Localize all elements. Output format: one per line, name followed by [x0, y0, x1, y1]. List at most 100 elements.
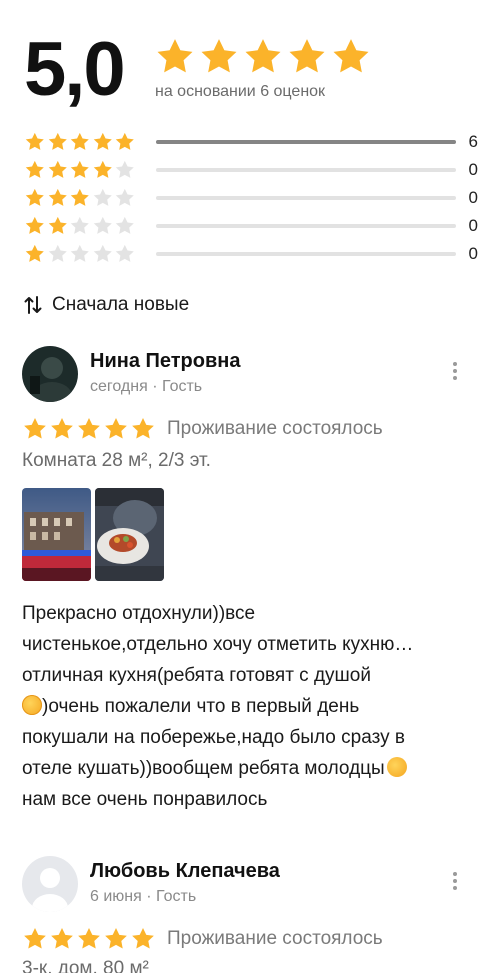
review-author[interactable]: Нина Петровна: [90, 350, 240, 373]
star-filled-icon: [25, 188, 44, 206]
review-text-line: Прекрасно отдохнули))все: [22, 603, 256, 624]
star-empty-icon: [93, 244, 112, 262]
star-filled-icon: [132, 927, 154, 949]
more-options-icon[interactable]: [452, 362, 458, 384]
star-empty-icon: [116, 160, 135, 178]
review-card: Нина Петровна сегодня · Гость Проживание…: [22, 346, 482, 810]
star-empty-icon: [93, 216, 112, 234]
star-filled-icon: [51, 417, 73, 439]
average-stars: [154, 36, 372, 78]
star-filled-icon: [24, 417, 46, 439]
distribution-bar-fill: [156, 140, 456, 144]
smiling-face-with-hearts-icon: [22, 695, 42, 715]
star-filled-icon: [157, 39, 193, 73]
winking-face-icon: [386, 757, 407, 777]
room-info: 3-к. дом, 80 м²: [22, 958, 149, 973]
average-rating: 5,0: [24, 27, 126, 112]
star-filled-icon: [245, 39, 281, 73]
review-text-line: нам все очень понравилось: [22, 789, 268, 810]
distribution-bar: [156, 140, 456, 144]
distribution-count: 6: [468, 132, 478, 151]
distribution-count: 0: [468, 216, 478, 235]
review-text-line: отличная кухня(ребята готовят с душой: [22, 665, 371, 686]
stay-status: Проживание состоялось: [167, 928, 383, 949]
star-filled-icon: [70, 188, 89, 206]
review-card: Любовь Клепачева 6 июня · Гость Проживан…: [22, 856, 482, 973]
distribution-row-2: 0: [24, 212, 480, 240]
review-meta: сегодня · Гость: [90, 378, 203, 395]
star-filled-icon: [70, 132, 89, 150]
star-filled-icon: [48, 188, 67, 206]
star-filled-icon: [24, 927, 46, 949]
distribution-row-5: 6: [24, 128, 480, 156]
star-filled-icon: [132, 417, 154, 439]
star-filled-icon: [25, 216, 44, 234]
sort-button[interactable]: Сначала новые: [24, 294, 189, 316]
review-rating-line: Проживание состоялось: [22, 416, 383, 442]
room-info: Комната 28 м², 2/3 эт.: [22, 450, 211, 471]
distribution-bar: [156, 224, 456, 228]
review-meta: 6 июня · Гость: [90, 888, 197, 905]
stay-status: Проживание состоялось: [167, 418, 383, 439]
distribution-bar: [156, 252, 456, 256]
star-filled-icon: [51, 927, 73, 949]
hotel-terrace-night-photo[interactable]: [22, 488, 91, 581]
review-text: Прекрасно отдохнули))все чистенькое,отде…: [22, 598, 482, 815]
distribution-bar: [156, 196, 456, 200]
star-empty-icon: [93, 188, 112, 206]
dessert-plate-photo[interactable]: [95, 488, 164, 581]
more-options-icon[interactable]: [452, 872, 458, 894]
star-filled-icon: [105, 417, 127, 439]
review-stars: [22, 416, 157, 442]
row-stars: [24, 131, 136, 153]
star-filled-icon: [25, 244, 44, 262]
row-stars: [24, 159, 136, 181]
review-text-fragment: )очень пожалели что в первый день: [42, 696, 360, 717]
review-text-line: покушали на побережье,надо было сразу в: [22, 727, 405, 748]
distribution-count: 0: [468, 160, 478, 179]
star-filled-icon: [48, 160, 67, 178]
star-filled-icon: [93, 160, 112, 178]
review-header: Любовь Клепачева 6 июня · Гость: [22, 856, 482, 914]
star-empty-icon: [116, 244, 135, 262]
ratings-count-text: на основании 6 оценок: [155, 83, 326, 100]
avatar[interactable]: [22, 856, 78, 912]
distribution-count: 0: [468, 188, 478, 207]
star-filled-icon: [25, 160, 44, 178]
star-filled-icon: [25, 132, 44, 150]
star-empty-icon: [116, 188, 135, 206]
star-filled-icon: [93, 132, 112, 150]
avatar[interactable]: [22, 346, 78, 402]
star-filled-icon: [78, 417, 100, 439]
row-stars: [24, 187, 136, 209]
star-empty-icon: [70, 244, 89, 262]
sort-arrows-icon: [24, 296, 42, 314]
review-header: Нина Петровна сегодня · Гость: [22, 346, 482, 404]
review-text-line: отеле кушать))вообщем ребята молодцы: [22, 753, 482, 784]
star-filled-icon: [105, 927, 127, 949]
review-rating-line: Проживание состоялось: [22, 926, 383, 952]
review-stars: [22, 926, 157, 952]
distribution-row-1: 0: [24, 240, 480, 268]
distribution-row-3: 0: [24, 184, 480, 212]
star-filled-icon: [116, 132, 135, 150]
row-stars: [24, 215, 136, 237]
star-empty-icon: [48, 244, 67, 262]
review-text-line: чистенькое,отдельно хочу отметить кухню…: [22, 634, 414, 655]
star-filled-icon: [48, 216, 67, 234]
star-filled-icon: [289, 39, 325, 73]
review-text-fragment: отеле кушать))вообщем ребята молодцы: [22, 758, 385, 779]
distribution-bar: [156, 168, 456, 172]
star-filled-icon: [48, 132, 67, 150]
star-filled-icon: [201, 39, 237, 73]
row-stars: [24, 243, 136, 265]
review-text-line: )очень пожалели что в первый день: [22, 691, 482, 722]
sort-label: Сначала новые: [52, 294, 190, 315]
star-filled-icon: [70, 160, 89, 178]
star-empty-icon: [116, 216, 135, 234]
distribution-row-4: 0: [24, 156, 480, 184]
rating-distribution: 6 0 0 0 0: [24, 128, 480, 268]
review-author[interactable]: Любовь Клепачева: [90, 860, 280, 883]
review-photos: [22, 488, 164, 581]
star-filled-icon: [333, 39, 369, 73]
